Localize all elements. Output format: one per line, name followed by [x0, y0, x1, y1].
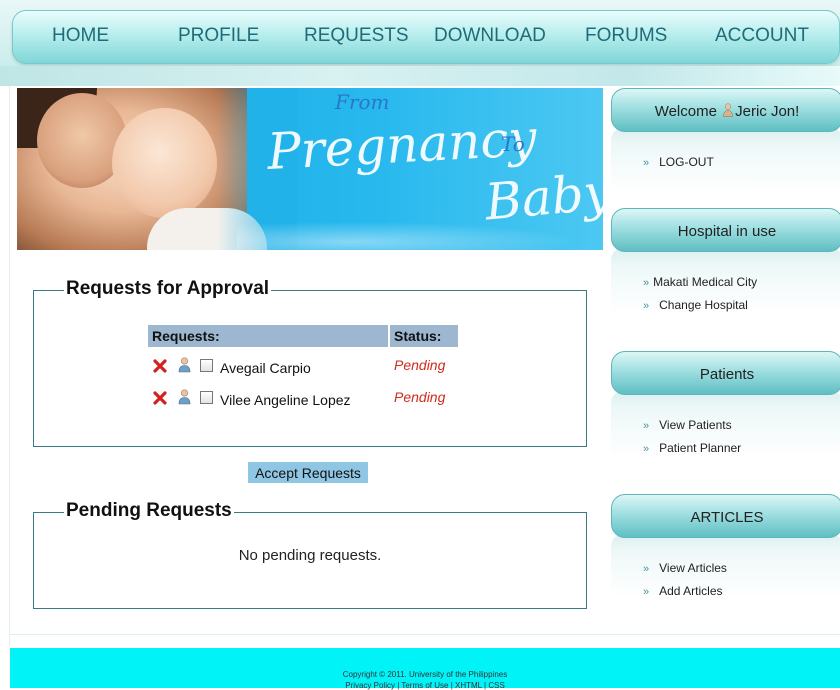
- banner-from-text: From: [335, 90, 390, 114]
- footer-links[interactable]: Privacy Policy | Terms of Use | XHTML | …: [10, 681, 840, 690]
- patient-planner-label: Patient Planner: [659, 441, 742, 455]
- select-checkbox[interactable]: [200, 391, 213, 404]
- welcome-header: Welcome Jeric Jon!: [611, 88, 840, 132]
- chevron-double-right-icon: »: [643, 586, 650, 598]
- articles-title: ARTICLES: [690, 509, 764, 526]
- footer-copyright: Copyright © 2011. University of the Phil…: [342, 670, 508, 679]
- view-patients-link[interactable]: » View Patients: [643, 418, 732, 432]
- table-row: Avegail Carpio Pending: [148, 357, 468, 381]
- chevron-double-right-icon: »: [643, 300, 650, 312]
- welcome-panel-body: » LOG-OUT: [611, 128, 840, 218]
- hospital-name: » Makati Medical City: [643, 275, 757, 289]
- no-pending-message: No pending requests.: [238, 547, 382, 564]
- user-icon: [723, 103, 733, 117]
- pending-requests-panel: Pending Requests No pending requests.: [33, 500, 587, 609]
- nav-decorative-stripe: [0, 66, 840, 86]
- nav-profile[interactable]: PROFILE: [178, 25, 259, 47]
- request-name: Vilee Angeline Lopez: [220, 392, 351, 408]
- logout-link[interactable]: » LOG-OUT: [643, 155, 714, 169]
- user-icon: [178, 389, 191, 405]
- hospital-name-label: Makati Medical City: [653, 275, 758, 289]
- chevron-double-right-icon: »: [643, 157, 650, 169]
- user-icon: [178, 357, 191, 373]
- table-row: Vilee Angeline Lopez Pending: [148, 389, 468, 413]
- hospital-header: Hospital in use: [611, 208, 840, 252]
- patient-planner-link[interactable]: » Patient Planner: [643, 441, 741, 455]
- select-checkbox[interactable]: [200, 359, 213, 372]
- col-requests-header: Requests:: [148, 325, 388, 347]
- chevron-double-right-icon: »: [643, 443, 650, 455]
- pending-title: Pending Requests: [64, 500, 234, 522]
- nav-forums[interactable]: FORUMS: [585, 25, 667, 47]
- view-articles-label: View Articles: [659, 561, 727, 575]
- change-hospital-label: Change Hospital: [659, 298, 748, 312]
- chevron-double-right-icon: »: [643, 420, 650, 432]
- request-status: Pending: [394, 389, 446, 405]
- header-banner: From Pregnancy To Baby: [17, 88, 603, 250]
- footer-divider: [10, 634, 840, 635]
- hospital-in-use-title: Hospital in use: [677, 223, 777, 240]
- accept-requests-button[interactable]: Accept Requests: [248, 462, 368, 483]
- welcome-prefix: Welcome: [654, 103, 717, 120]
- footer: Copyright © 2011. University of the Phil…: [10, 648, 840, 690]
- page-edge: [9, 86, 10, 646]
- articles-header: ARTICLES: [611, 494, 840, 538]
- top-navigation: HOME PROFILE REQUESTS DOWNLOAD FORUMS AC…: [0, 0, 840, 86]
- approval-title: Requests for Approval: [64, 278, 272, 300]
- col-status-header: Status:: [390, 325, 458, 347]
- change-hospital-link[interactable]: » Change Hospital: [643, 298, 748, 312]
- patients-header: Patients: [611, 351, 840, 395]
- view-articles-link[interactable]: » View Articles: [643, 561, 727, 575]
- photo-baby-face: [112, 108, 217, 218]
- view-patients-label: View Patients: [659, 418, 732, 432]
- add-articles-label: Add Articles: [659, 584, 723, 598]
- welcome-text: Welcome Jeric Jon!: [612, 103, 840, 120]
- nav-home[interactable]: HOME: [52, 25, 109, 47]
- hospital-panel-body: » Makati Medical City » Change Hospital: [611, 248, 840, 343]
- delete-x-icon[interactable]: [153, 391, 167, 405]
- banner-to-text: To: [501, 132, 525, 156]
- nav-download[interactable]: DOWNLOAD: [434, 25, 546, 47]
- patients-panel-body: » View Patients » Patient Planner: [611, 391, 840, 486]
- delete-x-icon[interactable]: [153, 359, 167, 373]
- patients-title: Patients: [699, 366, 755, 383]
- logout-label: LOG-OUT: [659, 155, 714, 169]
- mother-baby-photo: [17, 88, 267, 250]
- welcome-username: Jeric Jon!: [735, 103, 800, 120]
- chevron-double-right-icon: »: [643, 563, 650, 575]
- requests-for-approval-panel: Requests for Approval Requests: Status: …: [33, 278, 587, 447]
- nav-account[interactable]: ACCOUNT: [715, 25, 809, 47]
- banner-pregnancy-text: Pregnancy: [265, 108, 538, 182]
- nav-requests[interactable]: REQUESTS: [304, 25, 409, 47]
- request-name: Avegail Carpio: [220, 360, 311, 376]
- articles-panel-body: » View Articles » Add Articles: [611, 534, 840, 624]
- chevron-double-right-icon: »: [643, 277, 650, 289]
- request-status: Pending: [394, 357, 446, 373]
- banner-baby-text: Baby: [482, 162, 603, 232]
- add-articles-link[interactable]: » Add Articles: [643, 584, 723, 598]
